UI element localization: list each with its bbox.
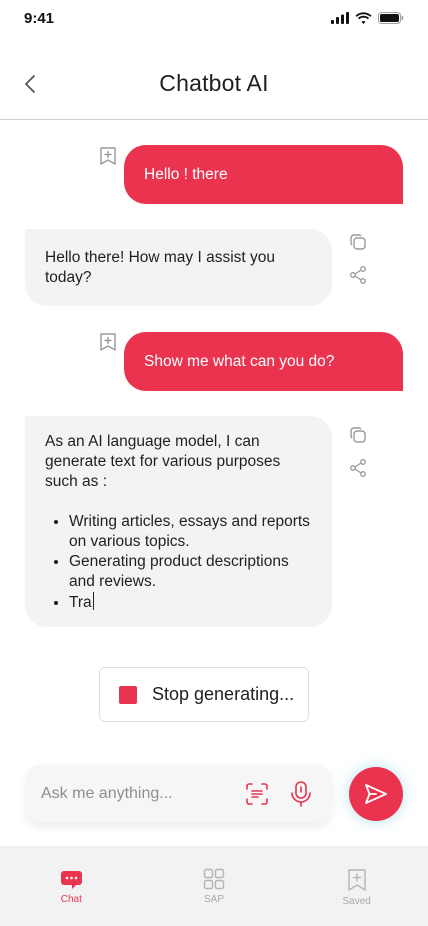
status-time: 9:41 [24,10,55,27]
tab-label: Saved [342,896,371,907]
microphone-icon[interactable] [288,780,314,808]
stop-generating-label: Stop generating... [152,684,295,704]
stop-icon [119,685,137,704]
tab-saved[interactable]: Saved [285,846,428,926]
bookmark-plus-icon[interactable] [97,145,119,167]
wifi-icon [355,12,372,24]
tab-chat[interactable]: Chat [0,846,143,926]
typing-cursor [92,592,94,610]
bullet-list: Writing articles, essays and reports on … [45,512,312,613]
battery-icon [378,12,404,24]
copy-icon[interactable] [347,424,369,446]
tab-label: Chat [60,894,82,905]
message-text: Hello there! How may I assist you today? [45,249,276,286]
share-icon[interactable] [347,457,369,479]
message-composer [26,765,331,823]
message-input[interactable] [41,765,241,823]
chat-bubble-icon [61,871,83,889]
bot-message: Hello there! How may I assist you today? [25,229,332,306]
bot-message-streaming: As an AI language model, I can generate … [25,416,332,627]
tab-label: SAP [204,894,225,905]
user-message: Hello ! there [124,145,403,204]
bookmark-plus-icon[interactable] [97,331,119,353]
message-text: Show me what can you do? [144,352,335,370]
message-text: Hello ! there [144,165,228,183]
send-button[interactable] [349,767,403,821]
send-icon [365,784,387,804]
list-item: Tra [69,592,312,613]
page-title: Chatbot AI [159,70,269,96]
scan-text-icon[interactable] [244,781,270,807]
tab-bar: Chat SAP Saved [0,846,428,926]
header: Chatbot AI [0,40,428,120]
copy-icon[interactable] [347,231,369,253]
bookmark-plus-icon [347,869,366,891]
grid-icon [203,868,225,890]
user-message: Show me what can you do? [124,332,403,391]
tab-sap[interactable]: SAP [143,846,286,926]
status-bar: 9:41 [0,0,428,40]
message-text: As an AI language model, I can generate … [45,433,281,490]
signal-icon [331,12,349,24]
list-item: Writing articles, essays and reports on … [69,512,312,552]
stop-generating-button[interactable]: Stop generating... [99,667,309,722]
list-item: Generating product descriptions and revi… [69,552,312,592]
list-item-text: Tra [69,594,92,611]
status-icons [331,12,404,24]
share-icon[interactable] [347,264,369,286]
